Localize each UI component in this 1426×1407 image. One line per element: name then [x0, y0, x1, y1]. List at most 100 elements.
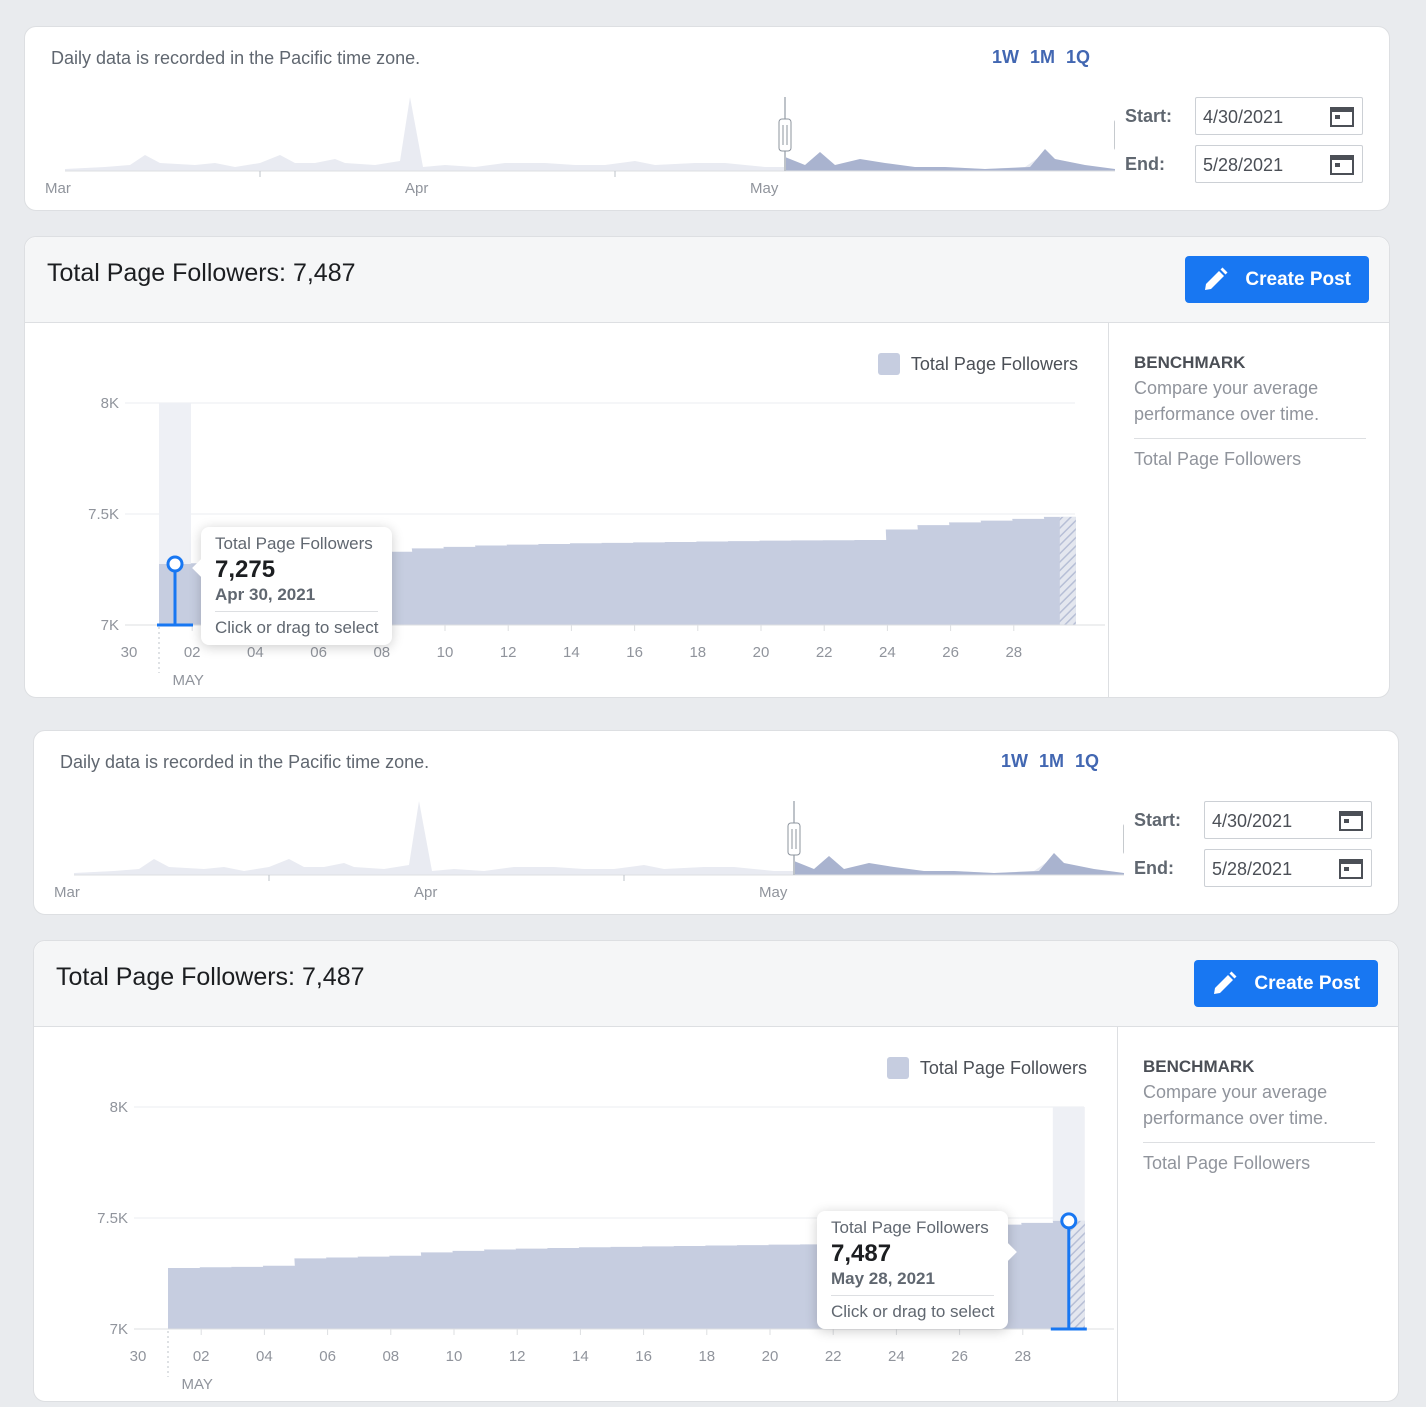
- data-point-5-11: [516, 1249, 548, 1329]
- data-point-5-7: [389, 1256, 421, 1329]
- date-range-card: Daily data is recorded in the Pacific ti…: [24, 26, 1390, 211]
- timezone-note: Daily data is recorded in the Pacific ti…: [51, 48, 421, 68]
- calendar-icon[interactable]: [1339, 859, 1363, 879]
- y-tick-label: 8K: [101, 395, 119, 412]
- followers-card: Total Page Followers: 7,487 Create Post …: [33, 940, 1399, 1402]
- end-date-input[interactable]: 5/28/2021: [1195, 145, 1363, 183]
- tab-1q[interactable]: 1Q: [1075, 751, 1099, 772]
- data-point-5-20: [791, 540, 823, 625]
- overview-sparkline[interactable]: Mar Apr May: [54, 791, 1124, 911]
- x-tick-label: 14: [572, 1348, 589, 1365]
- x-tick-label: 28: [1014, 1348, 1031, 1365]
- data-point-5-18: [737, 1245, 769, 1329]
- data-point-5-15: [633, 542, 665, 625]
- overview-month-apr: Apr: [405, 180, 428, 197]
- end-date-value: 5/28/2021: [1212, 859, 1293, 879]
- x-tick-label: 30: [130, 1348, 147, 1365]
- benchmark-panel: BENCHMARK Compare your average performan…: [1117, 1027, 1398, 1401]
- x-tick-label: 16: [635, 1348, 652, 1365]
- end-date-input[interactable]: 5/28/2021: [1204, 849, 1372, 887]
- data-point-5-10: [484, 1250, 516, 1329]
- data-point-5-17: [696, 542, 728, 625]
- followers-chart-area[interactable]: Total Page Followers 8K 7.5K 7K 30 02 04 06 08 1…: [25, 323, 1108, 698]
- tab-1w[interactable]: 1W: [1001, 751, 1028, 772]
- x-tick-label: 04: [256, 1348, 273, 1365]
- x-tick-label: 22: [825, 1348, 842, 1365]
- overview-selected-area: [794, 853, 1124, 875]
- data-point-5-6: [358, 1257, 390, 1329]
- followers-chart[interactable]: 8K 7.5K 7K30 02 04 06 08 10 12 14 16 18 20 22 24 26 28 MA…: [25, 323, 1108, 698]
- data-point-5-18: [728, 541, 760, 625]
- overview-start-handle[interactable]: [778, 118, 792, 152]
- calendar-icon[interactable]: [1339, 811, 1363, 831]
- x-tick-label: 10: [446, 1348, 463, 1365]
- tab-1w[interactable]: 1W: [992, 47, 1019, 68]
- data-point-5-17: [705, 1246, 737, 1329]
- start-label: Start:: [1134, 809, 1182, 830]
- overview-area: [65, 97, 1105, 171]
- tooltip-hint: Click or drag to select: [215, 618, 379, 637]
- benchmark-divider: [1134, 438, 1366, 439]
- y-tick-label: 7.5K: [97, 1210, 128, 1227]
- data-point-5-13: [579, 1247, 611, 1329]
- create-post-button[interactable]: Create Post: [1194, 960, 1378, 1007]
- overview-month-may: May: [759, 884, 788, 901]
- tooltip-title: Total Page Followers: [215, 534, 373, 553]
- data-point-5-2: [231, 1267, 263, 1329]
- data-point-5-14: [601, 543, 633, 625]
- start-date-input[interactable]: 4/30/2021: [1204, 801, 1372, 839]
- x-tick-label: 20: [762, 1348, 779, 1365]
- start-date-input[interactable]: 4/30/2021: [1195, 97, 1363, 135]
- data-point-5-25: [949, 522, 981, 625]
- tooltip-title: Total Page Followers: [831, 1218, 989, 1237]
- data-point-5-12: [538, 544, 570, 625]
- range-tabs: 1W 1M 1Q: [992, 47, 1090, 68]
- x-tick-label: 02: [193, 1348, 210, 1365]
- data-point-5-16: [665, 542, 697, 625]
- x-tick-label: 28: [1005, 644, 1022, 661]
- data-point-5-24: [917, 525, 949, 625]
- hover-marker-dot: [1060, 1212, 1078, 1230]
- end-date-value: 5/28/2021: [1203, 155, 1284, 175]
- overview-start-handle[interactable]: [787, 822, 801, 856]
- benchmark-title: BENCHMARK: [1143, 1057, 1255, 1076]
- data-point-5-19: [759, 541, 791, 625]
- data-point-5-13: [570, 543, 602, 625]
- x-tick-label: 22: [816, 644, 833, 661]
- data-point-5-16: [674, 1246, 706, 1329]
- range-tabs: 1W 1M 1Q: [1001, 751, 1099, 772]
- x-tick-label: 20: [753, 644, 770, 661]
- tab-1m[interactable]: 1M: [1039, 751, 1064, 772]
- overview-sparkline[interactable]: Mar Apr May: [45, 87, 1115, 207]
- tooltip-date: Apr 30, 2021: [215, 585, 316, 604]
- followers-chart-area[interactable]: Total Page Followers 8K 7.5K 7K 30 02 04 06 08 1…: [34, 1027, 1117, 1401]
- x-tick-label: 26: [942, 644, 959, 661]
- overview-month-may: May: [750, 180, 779, 197]
- screen-view: Daily data is recorded in the Pacific ti…: [0, 0, 1426, 703]
- benchmark-item[interactable]: Total Page Followers: [1134, 449, 1301, 470]
- calendar-icon[interactable]: [1330, 155, 1354, 175]
- end-date-row: End: 5/28/2021: [1125, 145, 1363, 183]
- y-tick-label: 7K: [101, 617, 119, 634]
- calendar-icon[interactable]: [1330, 107, 1354, 127]
- data-point-5-27: [1012, 519, 1044, 625]
- x-tick-label: 10: [437, 644, 454, 661]
- end-label: End:: [1134, 857, 1174, 878]
- create-post-button[interactable]: Create Post: [1185, 256, 1369, 303]
- tab-1m[interactable]: 1M: [1030, 47, 1055, 68]
- partial-day-area: [1068, 1220, 1085, 1329]
- x-tick-label: 08: [382, 1348, 399, 1365]
- x-tick-label: 14: [563, 644, 580, 661]
- data-point-5-9: [452, 1251, 484, 1329]
- benchmark-item[interactable]: Total Page Followers: [1143, 1153, 1310, 1174]
- benchmark-panel: BENCHMARK Compare your average performan…: [1108, 323, 1389, 697]
- data-point-5-14: [610, 1247, 642, 1329]
- data-point-5-4: [294, 1258, 326, 1329]
- hover-marker-dot: [166, 555, 184, 573]
- data-point-5-9: [443, 547, 475, 625]
- data-point-5-12: [547, 1248, 579, 1329]
- x-tick-label: 08: [373, 644, 390, 661]
- page-title: Total Page Followers: 7,487: [47, 259, 356, 287]
- tab-1q[interactable]: 1Q: [1066, 47, 1090, 68]
- x-tick-label: 04: [247, 644, 264, 661]
